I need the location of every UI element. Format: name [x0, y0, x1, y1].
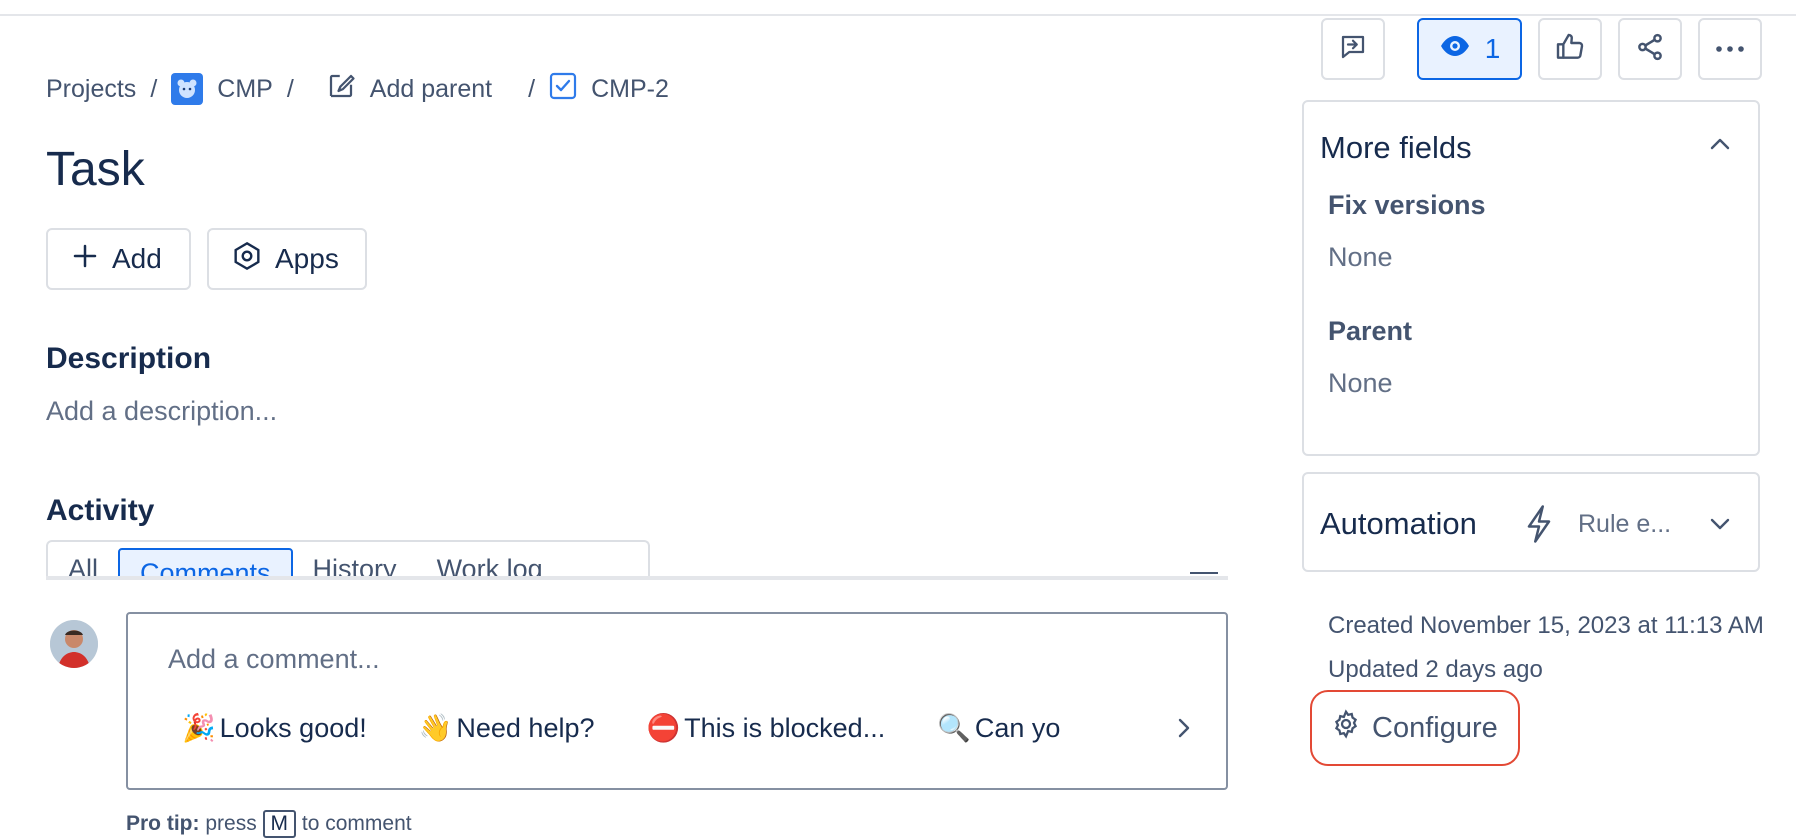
- watch-button[interactable]: 1: [1417, 18, 1522, 80]
- configure-button[interactable]: Configure: [1310, 690, 1520, 766]
- task-checkbox-icon: [549, 72, 577, 107]
- breadcrumb-projects[interactable]: Projects: [46, 75, 136, 104]
- configure-label: Configure: [1372, 711, 1498, 744]
- gear-icon: [1330, 708, 1362, 748]
- activity-heading: Activity: [46, 494, 155, 527]
- avatar: [50, 620, 98, 668]
- pro-tip-press: press: [205, 812, 257, 835]
- no-entry-icon: ⛔: [646, 713, 681, 743]
- more-horizontal-icon: [1714, 40, 1746, 58]
- add-parent-link[interactable]: Add parent: [326, 71, 492, 108]
- breadcrumb: Projects / CMP / Add parent / CMP-2: [46, 72, 669, 106]
- breadcrumb-separator: /: [150, 74, 158, 103]
- description-heading: Description: [46, 342, 212, 375]
- tab-history[interactable]: History: [293, 542, 417, 578]
- apps-button-label: Apps: [275, 243, 339, 274]
- quick-reply-looks-good[interactable]: 🎉 Looks good!: [182, 712, 367, 744]
- updated-timestamp: Updated 2 days ago: [1328, 656, 1543, 683]
- more-actions-button[interactable]: [1698, 18, 1762, 80]
- quick-reply-label: Need help?: [456, 712, 595, 743]
- comment-box[interactable]: Add a comment... 🎉 Looks good! 👋 Need he…: [126, 612, 1228, 790]
- pro-tip: Pro tip: press M to comment: [126, 810, 412, 838]
- keyboard-shortcut-m: M: [262, 810, 297, 838]
- quick-reply-blocked[interactable]: ⛔ This is blocked...: [647, 712, 886, 744]
- like-button[interactable]: [1538, 18, 1602, 80]
- apps-hexagon-icon: [231, 240, 263, 279]
- tabs-divider: [46, 576, 1228, 580]
- fix-versions-value[interactable]: None: [1328, 242, 1393, 273]
- thumbs-up-icon: [1554, 31, 1586, 68]
- feedback-button[interactable]: [1321, 18, 1385, 80]
- add-parent-label: Add parent: [369, 74, 493, 103]
- eye-icon: [1439, 33, 1471, 65]
- share-button[interactable]: [1618, 18, 1682, 80]
- add-button[interactable]: Add: [46, 228, 191, 290]
- lightning-icon: [1524, 504, 1554, 549]
- description-placeholder[interactable]: Add a description...: [46, 396, 277, 427]
- quick-reply-list: 🎉 Looks good! 👋 Need help? ⛔ This is blo…: [182, 712, 1164, 744]
- automation-panel[interactable]: Automation Rule e...: [1302, 472, 1760, 572]
- watch-count: 1: [1484, 33, 1501, 64]
- automation-rule-text: Rule e...: [1578, 510, 1672, 538]
- edit-icon: [326, 71, 356, 108]
- top-border: [0, 0, 1796, 16]
- parent-label: Parent: [1328, 316, 1413, 346]
- more-fields-panel: More fields Fix versions None Parent Non…: [1302, 100, 1760, 456]
- quick-reply-can-you[interactable]: 🔍 Can yo: [937, 712, 1060, 744]
- more-fields-heading: More fields: [1320, 130, 1472, 165]
- tab-comments[interactable]: Comments: [118, 548, 293, 578]
- wave-icon: 👋: [418, 713, 453, 743]
- quick-reply-label: This is blocked...: [684, 712, 886, 743]
- pro-tip-prefix: Pro tip:: [126, 812, 200, 835]
- chevron-down-icon[interactable]: [1708, 516, 1732, 537]
- tab-work-log[interactable]: Work log: [417, 542, 563, 578]
- activity-tabs: All Comments History Work log: [46, 540, 650, 578]
- party-icon: 🎉: [182, 713, 216, 743]
- chevron-right-icon[interactable]: [1172, 714, 1196, 747]
- fix-versions-label: Fix versions: [1328, 190, 1486, 220]
- plus-icon: [70, 241, 100, 278]
- apps-button[interactable]: Apps: [207, 228, 367, 290]
- issue-title[interactable]: Task: [46, 140, 145, 200]
- feedback-icon: [1338, 32, 1368, 67]
- pro-tip-suffix: to comment: [301, 812, 412, 835]
- quick-reply-label: Can yo: [974, 712, 1061, 743]
- quick-reply-label: Looks good!: [219, 712, 367, 743]
- created-timestamp: Created November 15, 2023 at 11:13 AM: [1328, 612, 1764, 639]
- project-avatar-icon: [171, 73, 204, 105]
- automation-heading: Automation: [1320, 506, 1477, 541]
- parent-value[interactable]: None: [1328, 368, 1393, 399]
- tab-all[interactable]: All: [48, 542, 118, 578]
- breadcrumb-separator: /: [286, 74, 294, 103]
- breadcrumb-issue-key[interactable]: CMP-2: [549, 72, 669, 107]
- issue-key-label: CMP-2: [591, 74, 669, 103]
- magnifier-icon: 🔍: [937, 713, 971, 743]
- quick-reply-need-help[interactable]: 👋 Need help?: [419, 712, 595, 744]
- breadcrumb-project-label: CMP: [217, 74, 273, 103]
- share-icon: [1635, 32, 1665, 67]
- sort-icon[interactable]: [1188, 566, 1220, 576]
- breadcrumb-separator: /: [528, 74, 536, 103]
- comment-input-placeholder[interactable]: Add a comment...: [168, 644, 380, 675]
- chevron-up-icon[interactable]: [1708, 136, 1732, 157]
- add-button-label: Add: [112, 243, 162, 274]
- breadcrumb-project[interactable]: CMP: [171, 73, 273, 105]
